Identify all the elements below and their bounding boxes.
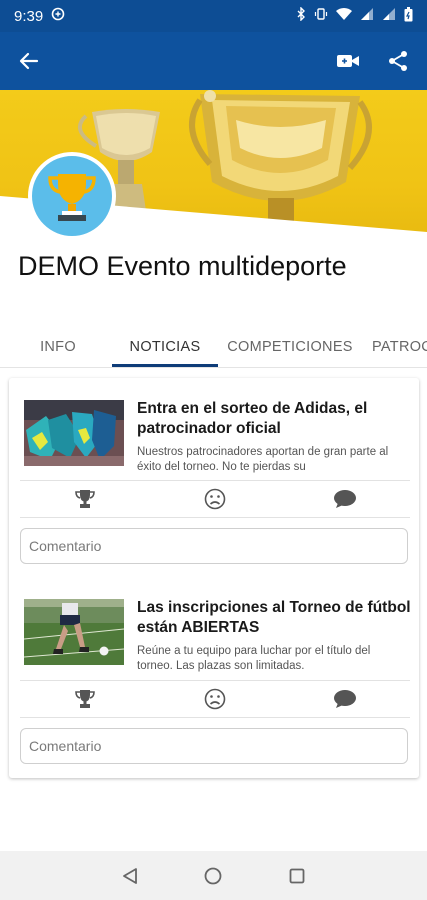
news-actions [20, 480, 410, 518]
trophy-button[interactable] [20, 680, 150, 718]
nav-back-button[interactable] [115, 861, 145, 891]
app-screen: 9:39 DEMO Evento multideporte INFO NOTIC… [0, 0, 427, 900]
news-feed: Entra en el sorteo de Adidas, el patroci… [9, 378, 419, 778]
video-camera-icon [337, 55, 359, 67]
comment-input[interactable] [20, 728, 408, 764]
news-thumbnail[interactable] [24, 400, 124, 466]
event-avatar [28, 152, 116, 240]
share-button[interactable] [383, 46, 413, 76]
comment-button[interactable] [280, 480, 410, 518]
tab-info[interactable]: INFO [22, 326, 94, 368]
circle-home-icon [205, 867, 222, 884]
reaction-button[interactable] [150, 680, 280, 718]
wifi-icon [336, 7, 352, 25]
status-time: 9:39 [14, 7, 44, 25]
sad-face-icon [204, 488, 226, 510]
trophy-icon [75, 690, 95, 708]
comment-input[interactable] [20, 528, 408, 564]
event-title: DEMO Evento multideporte [18, 251, 347, 281]
tab-competiciones[interactable]: COMPETICIONES [226, 326, 354, 368]
tabs-divider [0, 367, 427, 368]
app-bar-actions [333, 46, 413, 76]
square-recents-icon [289, 868, 305, 883]
tab-noticias[interactable]: NOTICIAS [112, 326, 218, 368]
tab-patrocinadores[interactable]: PATROCINADORES [372, 326, 427, 368]
news-actions [20, 680, 410, 718]
trophy-button[interactable] [20, 480, 150, 518]
arrow-back-icon [19, 52, 39, 70]
notification-icon [51, 7, 65, 25]
news-summary: Reúne a tu equipo para luchar por el tít… [137, 645, 371, 672]
nav-recents-button[interactable] [282, 861, 312, 891]
back-button[interactable] [14, 46, 44, 76]
news-thumbnail[interactable] [24, 599, 124, 665]
battery-icon [404, 6, 413, 26]
system-navigation-bar [0, 851, 427, 900]
bluetooth-icon [296, 6, 306, 25]
signal-icon [360, 7, 374, 25]
share-icon [389, 51, 407, 71]
reaction-button[interactable] [150, 480, 280, 518]
news-title[interactable]: Las inscripciones al Torneo de fútbol es… [137, 598, 412, 638]
signal-icon-2 [382, 7, 396, 25]
trophy-icon [75, 490, 95, 508]
football-player-image [24, 599, 124, 665]
shoes-image [24, 400, 124, 466]
status-icons [296, 6, 413, 26]
news-title[interactable]: Entra en el sorteo de Adidas, el patroci… [137, 399, 412, 439]
app-bar [0, 32, 427, 90]
comment-bubble-icon [334, 490, 356, 508]
video-button[interactable] [333, 46, 363, 76]
comment-bubble-icon [334, 690, 356, 708]
news-summary: Nuestros patrocinadores aportan de gran … [137, 446, 389, 473]
nav-home-button[interactable] [198, 861, 228, 891]
sad-face-icon [204, 688, 226, 710]
status-bar: 9:39 [0, 0, 427, 32]
trophy-icon [48, 174, 96, 221]
triangle-back-icon [122, 867, 137, 884]
vibrate-icon [314, 7, 328, 25]
tab-bar: INFO NOTICIAS COMPETICIONES PATROCINADOR… [0, 326, 427, 368]
comment-button[interactable] [280, 680, 410, 718]
